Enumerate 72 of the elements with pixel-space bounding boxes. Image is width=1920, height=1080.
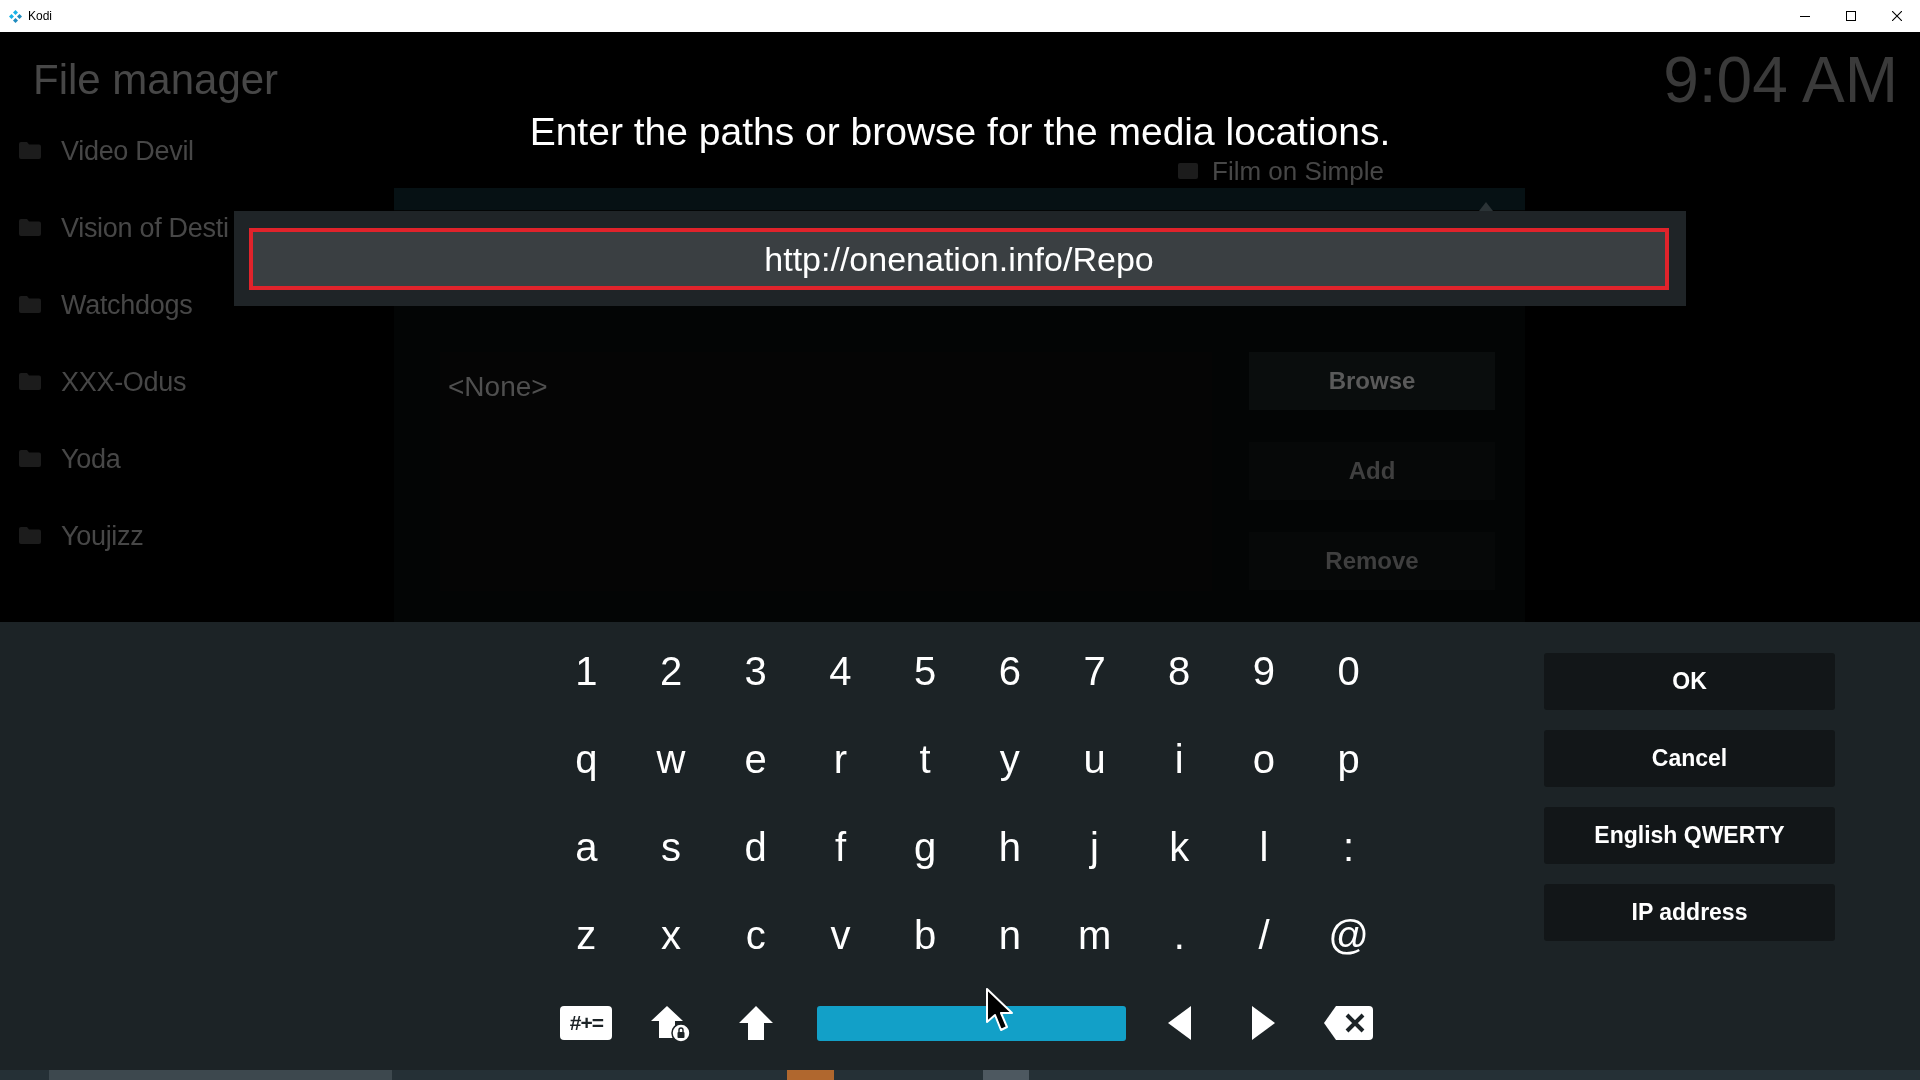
- keyboard-key[interactable]: y: [991, 735, 1028, 783]
- folder-icon: [19, 219, 41, 236]
- folder-icon: [19, 527, 41, 544]
- keyboard-key[interactable]: h: [990, 823, 1029, 871]
- keyboard-key[interactable]: /: [1250, 911, 1278, 959]
- folder-icon: [19, 373, 41, 390]
- keyboard-key[interactable]: 1: [567, 647, 606, 695]
- close-icon: [1892, 11, 1902, 21]
- keyboard-key[interactable]: z: [568, 911, 605, 959]
- keyboard-key[interactable]: l: [1251, 823, 1277, 871]
- keyboard-key[interactable]: a: [567, 823, 606, 871]
- keyboard-option-button[interactable]: IP address: [1544, 884, 1835, 941]
- space-bar[interactable]: [817, 1005, 1126, 1041]
- keyboard-key[interactable]: .: [1165, 911, 1193, 959]
- keyboard-key[interactable]: 9: [1244, 647, 1284, 695]
- keyboard-key[interactable]: t: [911, 735, 939, 783]
- keyboard-key[interactable]: 8: [1160, 647, 1199, 695]
- keyboard-key[interactable]: @: [1320, 911, 1377, 959]
- keyboard-key[interactable]: :: [1335, 823, 1363, 871]
- keyboard-key[interactable]: w: [648, 735, 694, 783]
- up-arrow-icon: [1479, 202, 1493, 211]
- keyboard-key[interactable]: v: [822, 911, 859, 959]
- backspace-icon: [1324, 1006, 1374, 1040]
- minimize-icon: [1800, 15, 1810, 17]
- keyboard-key[interactable]: p: [1329, 735, 1368, 783]
- url-input-field[interactable]: http://onenation.info/Repo: [249, 228, 1669, 290]
- tile-icon: [1178, 163, 1198, 179]
- folder-icon: [19, 142, 41, 159]
- keyboard-key[interactable]: q: [567, 735, 606, 783]
- keyboard-key[interactable]: e: [736, 735, 775, 783]
- keyboard-key[interactable]: s: [653, 823, 690, 871]
- keyboard-key[interactable]: g: [906, 823, 945, 871]
- keyboard-key[interactable]: 7: [1075, 647, 1114, 695]
- keyboard-key[interactable]: i: [1166, 735, 1192, 783]
- shift-icon: [738, 1006, 773, 1040]
- keyboard-key[interactable]: b: [906, 911, 945, 959]
- keyboard-key[interactable]: c: [737, 911, 774, 959]
- folder-icon: [19, 450, 41, 467]
- prompt-heading: Enter the paths or browse for the media locations.: [529, 109, 1391, 155]
- keyboard-key[interactable]: 2: [651, 647, 691, 695]
- keyboard-key[interactable]: 4: [821, 647, 860, 695]
- keyboard-option-button[interactable]: OK: [1544, 653, 1835, 710]
- keyboard-key[interactable]: f: [826, 823, 854, 871]
- caps-lock-icon: [651, 1004, 692, 1042]
- backspace-key[interactable]: [1322, 1004, 1376, 1042]
- keyboard-key[interactable]: j: [1082, 823, 1107, 871]
- keyboard-key[interactable]: 6: [990, 647, 1029, 695]
- keyboard-key[interactable]: o: [1244, 735, 1284, 783]
- folder-icon: [19, 296, 41, 313]
- keyboard-key[interactable]: 3: [736, 647, 775, 695]
- logo-icon: [9, 9, 22, 23]
- mouse-cursor-icon: [986, 988, 1013, 1032]
- keyboard-key[interactable]: k: [1161, 823, 1198, 871]
- window-title: Kodi: [28, 8, 53, 25]
- page-title: File manager: [33, 55, 279, 105]
- keyboard-key[interactable]: x: [653, 911, 690, 959]
- keyboard-key[interactable]: 5: [906, 647, 945, 695]
- keyboard-key[interactable]: r: [825, 735, 856, 783]
- right-arrow-icon: [1252, 1006, 1276, 1040]
- keyboard-option-button[interactable]: Cancel: [1544, 730, 1835, 787]
- search-field[interactable]: [49, 1070, 392, 1080]
- clock: 9:04 AM: [1663, 48, 1898, 112]
- maximize-icon: [1846, 11, 1856, 21]
- keyboard-key[interactable]: m: [1069, 911, 1120, 959]
- keyboard-key[interactable]: 0: [1329, 647, 1368, 695]
- keyboard-option-button[interactable]: English QWERTY: [1544, 807, 1835, 864]
- keyboard-key[interactable]: d: [736, 823, 775, 871]
- keyboard-key[interactable]: u: [1075, 735, 1114, 783]
- left-arrow-icon: [1167, 1006, 1191, 1040]
- symbols-key[interactable]: #+=: [560, 1006, 613, 1040]
- keyboard-key[interactable]: n: [990, 911, 1029, 959]
- dialog-title: Film on Simple: [1212, 156, 1384, 186]
